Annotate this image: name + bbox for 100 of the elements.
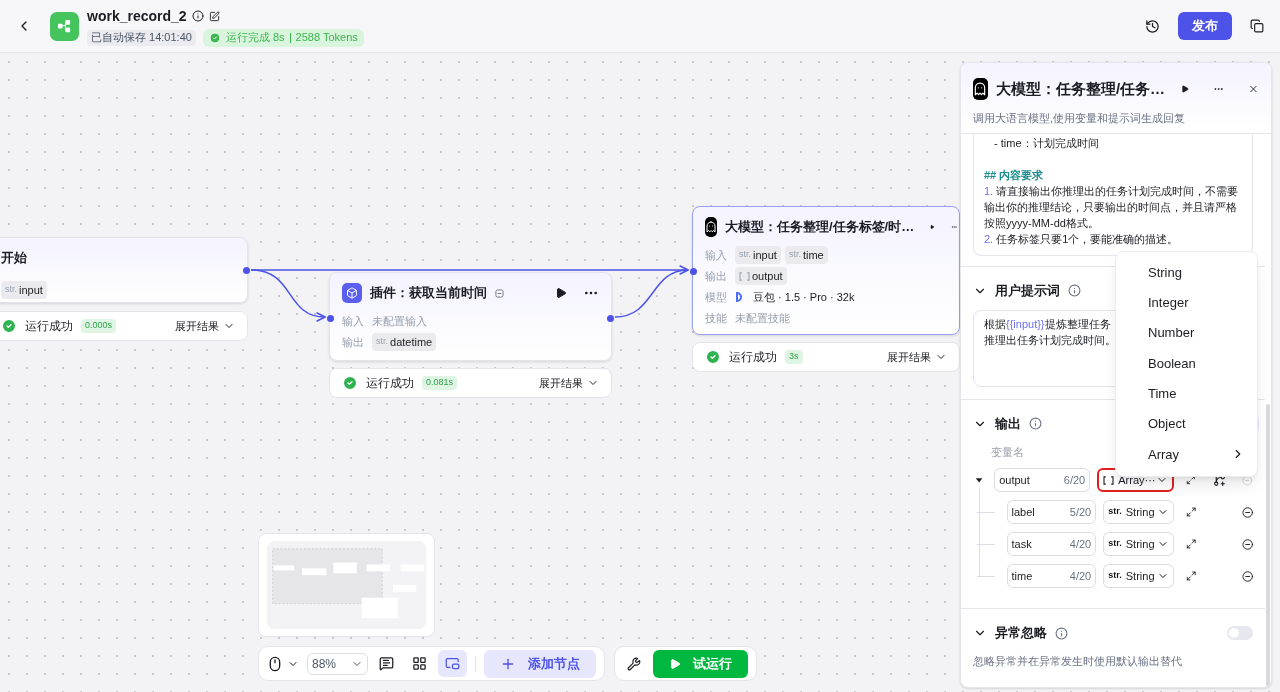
array-type-icon (739, 271, 750, 281)
ghost-icon (705, 217, 717, 237)
copy-icon[interactable] (1250, 19, 1264, 33)
string-type-label: str. (1108, 569, 1122, 583)
variable-tag: str. time (784, 246, 828, 264)
type-select[interactable]: str. String (1103, 532, 1174, 556)
workflow-node[interactable]: 开始 str. input (0, 237, 248, 303)
variable-tag: str. input (1, 281, 47, 299)
prompt-line: 2. 任务标签只要1个，要能准确的描述。 (984, 231, 1179, 247)
row-label: 输出 (705, 268, 727, 284)
menu-item[interactable]: String (1116, 257, 1257, 288)
run-time-badge: 0.000s (81, 319, 117, 333)
expand-icon[interactable] (1185, 474, 1196, 486)
menu-item[interactable]: Array (1116, 439, 1257, 470)
node-title: 大模型：任务整理/任务标签/时… (725, 218, 915, 237)
workflow-node[interactable]: 大模型：任务整理/任务标签/时… 输入 str. input str. time 输出 output 模型 豆包 · 1.5 · Pro · 32k 技能 未配置技能 (692, 206, 960, 335)
type-select[interactable]: str. String (1103, 500, 1174, 524)
variable-name-field[interactable]: output 6/20 (994, 468, 1091, 492)
char-count: 6/20 (1063, 472, 1086, 488)
tool-button[interactable] (438, 650, 467, 677)
field-value: task (1011, 536, 1032, 552)
variable-name-field[interactable]: time 4/20 (1006, 564, 1097, 588)
expand-icon[interactable] (1185, 538, 1197, 550)
add-node-button[interactable]: 添加节点 (484, 649, 596, 678)
section-description: 忽略异常并在异常发生时使用默认输出替代 (973, 654, 1183, 669)
prompt-line: - time：计划完成时间 (993, 135, 1099, 151)
string-type-label: str. (1108, 537, 1122, 551)
autosave-badge: 已自动保存 14:01:40 (87, 29, 196, 46)
menu-item[interactable]: Object (1116, 409, 1257, 440)
array-type-icon (1103, 475, 1115, 485)
expand-result-button[interactable]: 展开结果 (887, 348, 947, 366)
variable-name-field[interactable]: task 4/20 (1006, 532, 1097, 556)
row-label: 输入 (705, 247, 727, 263)
expand-icon[interactable] (1185, 570, 1197, 582)
workflow-logo-icon (50, 11, 79, 41)
panel-description: 调用大语言模型,使用变量和提示词生成回复 (973, 111, 1187, 126)
type-label: Array··· (1118, 472, 1156, 488)
empty-hint: 未配置技能 (735, 310, 790, 326)
section-title: 异常忽略 (995, 624, 1047, 643)
mouse-icon[interactable] (267, 655, 283, 672)
field-value: output (999, 472, 1030, 488)
field-value: label (1011, 504, 1035, 520)
info-icon (1055, 626, 1068, 640)
row-label: 模型 (705, 289, 727, 305)
type-label: String (1125, 536, 1155, 552)
remove-icon[interactable] (1241, 505, 1253, 519)
history-icon[interactable] (1145, 18, 1160, 34)
type-select[interactable]: str. String (1103, 564, 1174, 588)
info-icon[interactable] (191, 10, 204, 22)
expand-result-button[interactable]: 展开结果 (539, 374, 599, 392)
success-icon (342, 375, 358, 391)
ghost-icon (973, 78, 988, 100)
publish-button[interactable]: 发布 (1178, 12, 1232, 40)
char-count: 4/20 (1069, 536, 1092, 552)
variable-name-field[interactable]: label 5/20 (1006, 500, 1097, 524)
run-icon[interactable] (1181, 83, 1190, 95)
model-logo-icon (735, 292, 745, 302)
cube-icon (342, 283, 362, 303)
node-title: 开始 (1, 249, 27, 268)
run-status: 运行成功 (366, 375, 414, 392)
success-icon (208, 31, 221, 44)
expand-icon[interactable] (1185, 506, 1197, 518)
zoom-select[interactable]: 88% (307, 652, 368, 675)
minimap-icon (445, 656, 460, 671)
prompt-line: 根据{{input}}提炼整理任务 (984, 316, 1111, 332)
info-icon (1029, 417, 1042, 430)
type-label: String (1125, 568, 1155, 584)
expand-toggle-icon[interactable] (975, 475, 984, 485)
wrench-icon[interactable] (627, 656, 641, 671)
char-count: 5/20 (1069, 504, 1092, 520)
variable-tag: str. datetime (372, 333, 437, 351)
info-icon (1068, 284, 1081, 297)
success-icon (705, 349, 721, 365)
row-label: 输入 (342, 313, 364, 329)
run-time-badge: 3s (785, 350, 803, 364)
variable-tag: output (735, 267, 787, 285)
panel-title: 大模型：任务整理/任务… (995, 78, 1166, 99)
remove-icon[interactable] (1241, 569, 1253, 583)
prompt-heading: ## 内容要求 (984, 167, 1044, 183)
layout-icon (412, 656, 427, 671)
expand-result-button[interactable]: 展开结果 (175, 317, 235, 335)
column-header: 变量名 (991, 444, 1024, 460)
row-label: 输出 (342, 334, 364, 350)
type-label: String (1125, 504, 1155, 520)
remove-icon[interactable] (1241, 537, 1253, 551)
row-label: 技能 (705, 310, 727, 326)
section-title: 输出 (995, 414, 1021, 433)
prompt-line: 1. 请直接输出你推理出的任务计划完成时间，不需要输出你的推理结论，只要输出的时间点，并且请严格按照yyyy-MM-dd格式。 (984, 183, 1240, 231)
run-time-badge: 0.081s (422, 376, 458, 390)
link-icon (495, 288, 504, 298)
edit-icon[interactable] (208, 10, 220, 22)
run-status: 运行成功 (729, 349, 777, 366)
toggle-switch[interactable] (1227, 626, 1253, 640)
string-type-label: str. (1108, 505, 1122, 519)
node-title: 插件：获取当前时间 (370, 284, 487, 303)
char-count: 4/20 (1069, 568, 1092, 584)
empty-hint: 未配置输入 (372, 313, 427, 329)
run-icon[interactable] (555, 287, 567, 299)
play-icon (669, 657, 681, 670)
workflow-node[interactable]: 插件：获取当前时间 输入 未配置输入 输出 str. datetime (329, 272, 612, 361)
